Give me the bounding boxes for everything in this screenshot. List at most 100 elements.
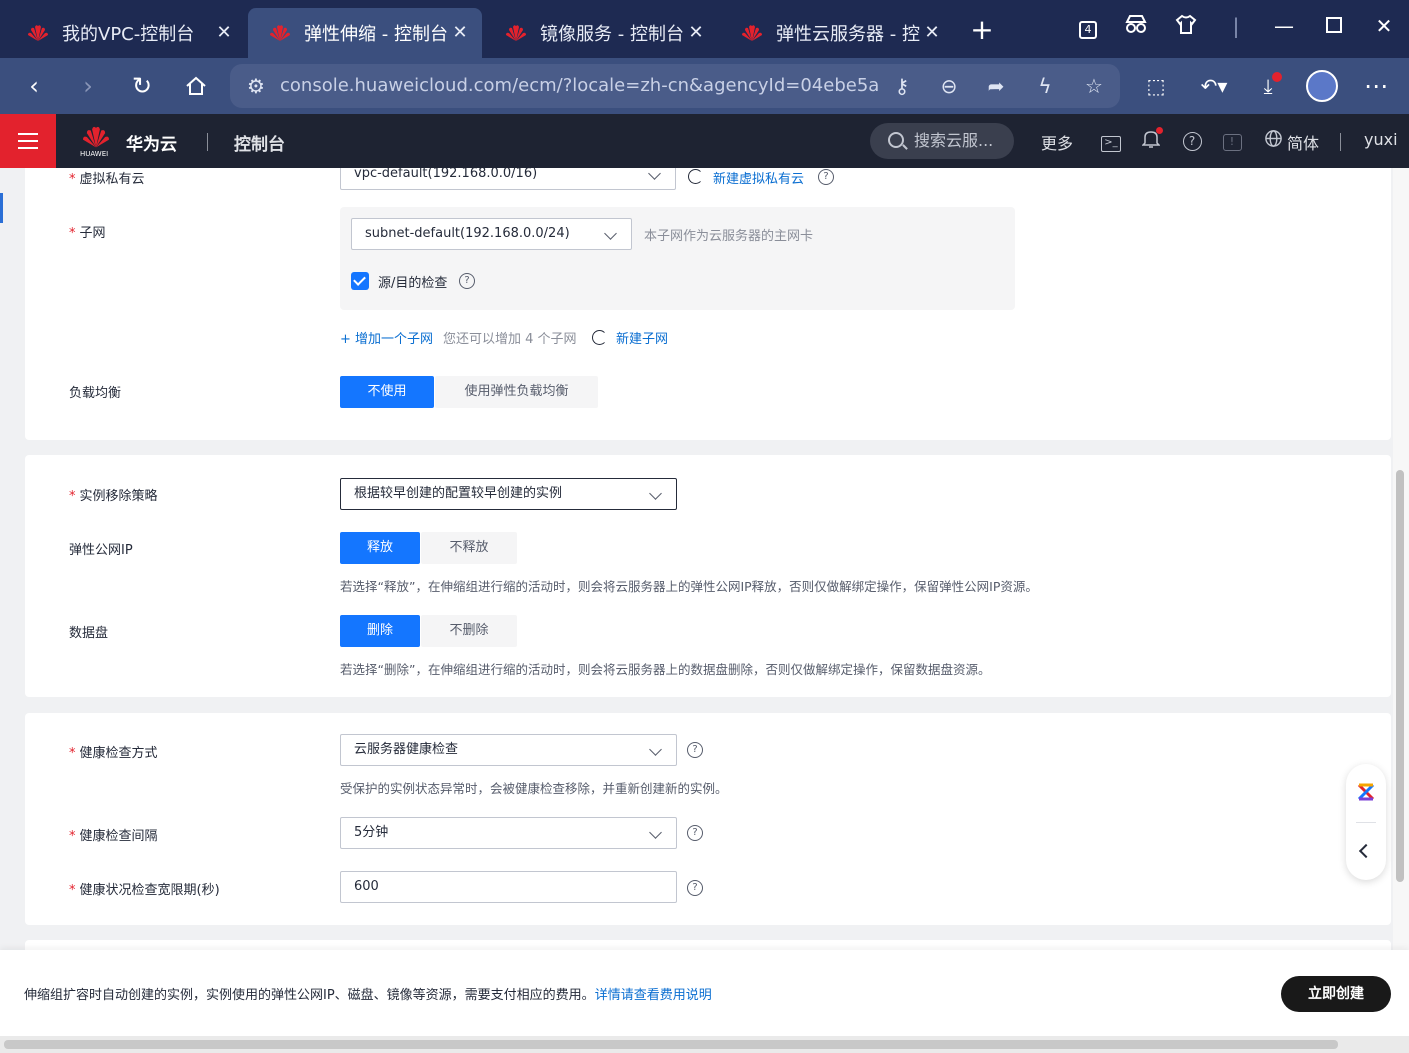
more-menu[interactable]: 更多 [1041, 130, 1073, 154]
maximize-icon[interactable] [1318, 14, 1350, 38]
next-section-card [25, 940, 1391, 950]
help-icon[interactable]: ? [687, 742, 703, 758]
feedback-icon[interactable]: ! [1221, 129, 1243, 151]
help-icon[interactable]: ? [687, 880, 703, 896]
user-name[interactable]: yuxi [1364, 130, 1398, 149]
address-bar[interactable]: ⚙ console.huaweicloud.com/ecm/?locale=zh… [230, 64, 1120, 108]
chevron-down-icon [649, 487, 662, 500]
lb-option-none[interactable]: 不使用 [340, 376, 434, 408]
incognito-icon[interactable] [1120, 14, 1152, 39]
add-subnet-hint: 您还可以增加 4 个子网 [443, 332, 577, 347]
globe-icon[interactable] [1262, 129, 1284, 151]
create-now-button[interactable]: 立即创建 [1281, 976, 1391, 1012]
subnet-panel: subnet-default(192.168.0.0/24) 本子网作为云服务器… [340, 207, 1015, 310]
fee-note: 伸缩组扩容时自动创建的实例，实例使用的弹性公网IP、磁盘、镜像等资源，需要支付相… [24, 988, 712, 1003]
horizontal-scrollbar[interactable] [0, 1036, 1409, 1053]
collapse-chevron-left-icon[interactable] [1358, 843, 1374, 859]
browser-tab[interactable]: 弹性云服务器 - 控 ✕ [720, 8, 954, 58]
language-switch[interactable]: 简体 [1287, 130, 1319, 154]
scrollbar-thumb[interactable] [4, 1040, 1338, 1049]
minimize-icon[interactable]: — [1268, 14, 1300, 38]
window-close-icon[interactable]: ✕ [1368, 14, 1400, 38]
page-content: * 虚拟私有云 vpc-default(192.168.0.0/16) 新建虚拟私… [0, 168, 1409, 950]
console-link[interactable]: 控制台 [234, 130, 285, 155]
menu-more-icon[interactable]: ⋯ [1360, 70, 1392, 102]
help-icon[interactable]: ? [818, 169, 834, 185]
lb-option-elb[interactable]: 使用弹性负载均衡 [435, 376, 598, 408]
assistant-logo-icon[interactable] [1356, 782, 1376, 802]
logo-text: HUAWEI [80, 150, 109, 158]
cloud-shell-icon[interactable]: >_ [1100, 129, 1122, 152]
refresh-icon[interactable] [592, 330, 607, 345]
close-icon[interactable]: ✕ [922, 22, 942, 43]
source-dest-check-checkbox[interactable] [351, 272, 369, 290]
zoom-out-icon[interactable]: ⊖ [935, 72, 963, 100]
source-dest-check-label: 源/目的检查 [378, 276, 448, 291]
vpc-select[interactable]: vpc-default(192.168.0.0/16) [340, 168, 676, 190]
new-subnet-link[interactable]: 新建子网 [616, 328, 668, 347]
eip-description: 若选择“释放”，在伸缩组进行缩的活动时，则会将云服务器上的弹性公网IP释放，否则… [340, 579, 1038, 594]
huawei-logo-icon [740, 23, 764, 43]
header-divider [207, 133, 208, 151]
health-interval-label: * 健康检查间隔 [69, 829, 158, 844]
tab-count-icon[interactable]: 4 [1072, 14, 1104, 39]
health-method-select[interactable]: 云服务器健康检查 [340, 734, 677, 766]
browser-tab[interactable]: 镜像服务 - 控制台 ✕ [484, 8, 718, 58]
load-balancer-label: 负载均衡 [69, 386, 122, 401]
disk-option-keep[interactable]: 不删除 [421, 615, 517, 647]
tab-title: 镜像服务 - 控制台 [540, 24, 684, 45]
subnet-select[interactable]: subnet-default(192.168.0.0/24) [351, 218, 632, 250]
bookmark-star-icon[interactable]: ☆ [1080, 72, 1108, 100]
removal-policy-select[interactable]: 根据较早创建的配置较早创建的实例 [340, 478, 677, 510]
tab-title: 弹性云服务器 - 控 [776, 24, 920, 45]
huawei-logo-icon [268, 23, 292, 43]
help-icon[interactable]: ? [459, 273, 475, 289]
download-icon[interactable]: ⤓ [1252, 70, 1284, 102]
disk-option-delete[interactable]: 删除 [340, 615, 420, 647]
brand-name[interactable]: 华为云 [126, 130, 177, 155]
home-icon[interactable] [180, 70, 212, 102]
browser-tab-active[interactable]: 弹性伸缩 - 控制台 ✕ [248, 8, 482, 58]
close-icon[interactable]: ✕ [214, 22, 234, 43]
footer-bar: 伸缩组扩容时自动创建的实例，实例使用的弹性公网IP、磁盘、镜像等资源，需要支付相… [0, 950, 1409, 1036]
forward-icon[interactable]: › [72, 70, 104, 102]
subnet-hint: 本子网作为云服务器的主网卡 [644, 229, 814, 244]
close-icon[interactable]: ✕ [686, 22, 706, 43]
notification-dot [1156, 127, 1163, 134]
health-grace-input[interactable]: 600 [340, 871, 677, 903]
eip-option-release[interactable]: 释放 [340, 532, 420, 564]
back-icon[interactable]: ‹ [18, 70, 50, 102]
hamburger-menu-icon[interactable] [0, 114, 56, 168]
vertical-scrollbar[interactable] [1393, 168, 1409, 950]
browser-tab[interactable]: 我的VPC-控制台 ✕ [6, 8, 246, 58]
data-disk-label: 数据盘 [69, 626, 109, 641]
key-icon[interactable]: ⚷ [888, 72, 916, 100]
tab-title: 弹性伸缩 - 控制台 [304, 24, 448, 45]
eip-option-keep[interactable]: 不释放 [421, 532, 517, 564]
lightning-icon[interactable]: ϟ [1031, 72, 1059, 100]
reload-icon[interactable]: ↻ [126, 70, 158, 102]
close-icon[interactable]: ✕ [450, 22, 470, 43]
scrollbar-thumb[interactable] [1396, 470, 1404, 882]
health-interval-select[interactable]: 5分钟 [340, 817, 677, 849]
profile-avatar[interactable] [1306, 70, 1338, 102]
notification-bell-icon[interactable] [1140, 127, 1163, 151]
extensions-icon[interactable]: ⬚ [1140, 70, 1172, 102]
add-subnet-link[interactable]: + 增加一个子网 [340, 328, 433, 347]
new-tab-button[interactable]: + [968, 16, 996, 44]
help-icon[interactable]: ? [1181, 129, 1203, 151]
fee-detail-link[interactable]: 详情请查看费用说明 [595, 988, 712, 1003]
tab-title: 我的VPC-控制台 [62, 24, 195, 45]
health-method-description: 受保护的实例状态异常时，会被健康检查移除，并重新创建新的实例。 [340, 781, 728, 796]
share-icon[interactable]: ➦ [982, 72, 1010, 100]
site-settings-icon[interactable]: ⚙ [242, 72, 270, 100]
create-vpc-link[interactable]: 新建虚拟私有云 [713, 168, 804, 187]
help-icon[interactable]: ? [687, 825, 703, 841]
refresh-icon[interactable] [688, 169, 703, 184]
undo-dropdown-icon[interactable]: ↶▾ [1198, 70, 1230, 102]
extension-shirt-icon[interactable] [1170, 14, 1202, 39]
browser-toolbar: ‹ › ↻ ⚙ console.huaweicloud.com/ecm/?loc… [0, 58, 1409, 114]
search-input[interactable]: 搜索云服... [870, 123, 1014, 159]
huawei-logo-icon [504, 23, 528, 43]
network-config-card: * 虚拟私有云 vpc-default(192.168.0.0/16) 新建虚拟私… [25, 168, 1391, 440]
